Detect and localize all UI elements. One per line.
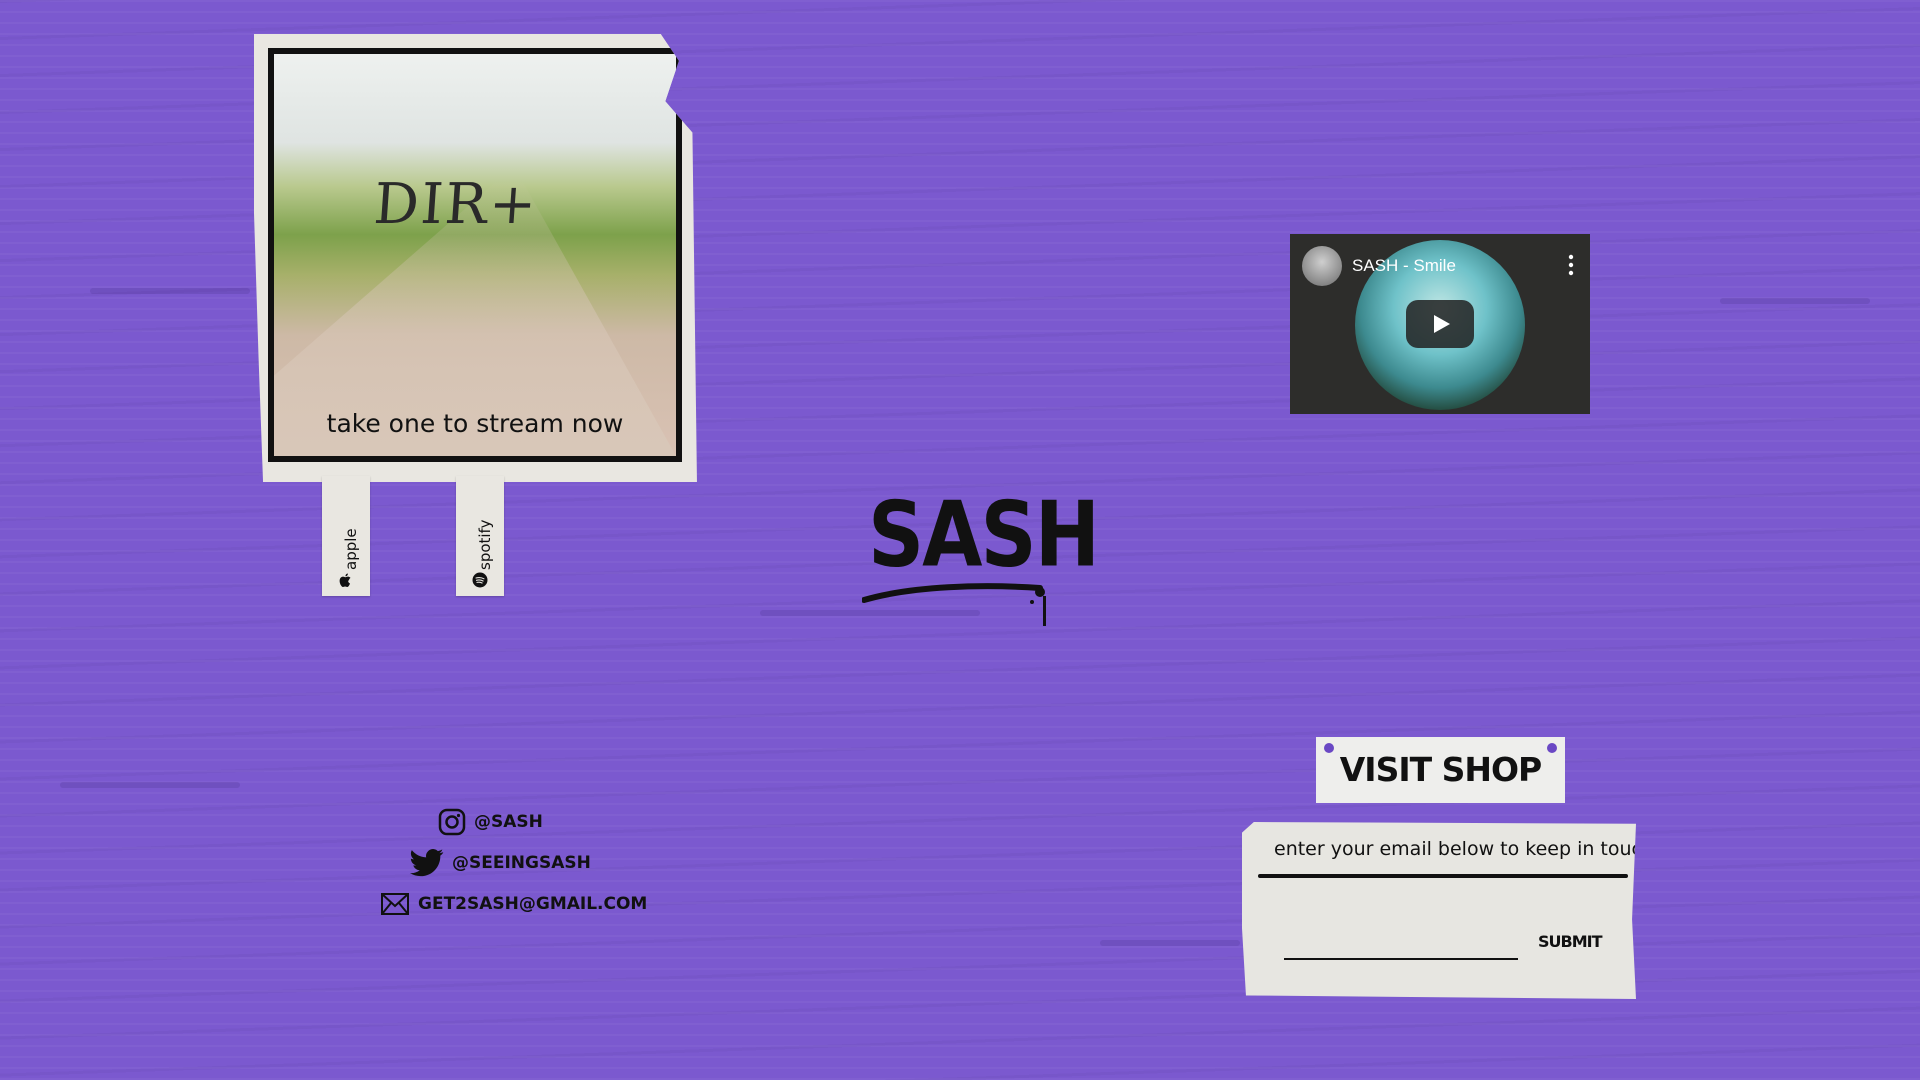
twitter-link[interactable]: @SEEINGSASH xyxy=(410,848,591,878)
album-caption: take one to stream now xyxy=(326,409,624,438)
visit-shop-label: VISIT SHOP xyxy=(1339,750,1543,789)
channel-avatar[interactable] xyxy=(1302,246,1342,286)
tab-spotify-label: spotify xyxy=(476,519,494,570)
email-address: GET2SASH@GMAIL.COM xyxy=(418,894,648,914)
tab-apple-label: apple xyxy=(342,528,360,570)
instagram-icon xyxy=(438,808,466,836)
tab-apple-music[interactable]: apple xyxy=(322,476,370,596)
instagram-link[interactable]: @SASH xyxy=(438,808,543,836)
newsletter-prompt: enter your email below to keep in touch xyxy=(1274,838,1655,860)
background-smudge xyxy=(60,782,240,788)
email-input[interactable] xyxy=(1284,926,1518,960)
logo-text: SASH xyxy=(868,484,1100,588)
more-vert-icon[interactable] xyxy=(1566,252,1576,278)
background-smudge xyxy=(1720,298,1870,304)
tab-spotify[interactable]: spotify xyxy=(456,476,504,596)
background-smudge xyxy=(90,288,250,294)
play-button[interactable] xyxy=(1406,300,1474,348)
sash-logo: SASH xyxy=(862,484,1100,634)
email-link[interactable]: GET2SASH@GMAIL.COM xyxy=(380,892,647,916)
album-title: DIR+ xyxy=(371,172,541,237)
submit-button[interactable]: SUBMIT xyxy=(1532,926,1603,956)
logo-underline-swoosh xyxy=(862,583,1046,626)
twitter-icon xyxy=(410,849,444,877)
background-smudge xyxy=(1100,940,1240,946)
album-poster: DIR+ take one to stream now xyxy=(254,34,697,482)
album-cover: DIR+ take one to stream now xyxy=(268,48,682,462)
apple-icon xyxy=(339,573,351,587)
instagram-handle: @SASH xyxy=(474,812,543,832)
mail-icon xyxy=(381,893,409,915)
album-cover-road xyxy=(274,182,676,456)
video-title[interactable]: SASH - Smile xyxy=(1352,256,1456,276)
video-embed[interactable]: SASH - Smile xyxy=(1290,234,1590,414)
twitter-handle: @SEEINGSASH xyxy=(452,853,591,873)
newsletter-form: enter your email below to keep in touch … xyxy=(1242,822,1636,999)
divider xyxy=(1258,874,1628,878)
visit-shop-button[interactable]: VISIT SHOP xyxy=(1316,737,1565,803)
spotify-icon xyxy=(472,572,488,588)
